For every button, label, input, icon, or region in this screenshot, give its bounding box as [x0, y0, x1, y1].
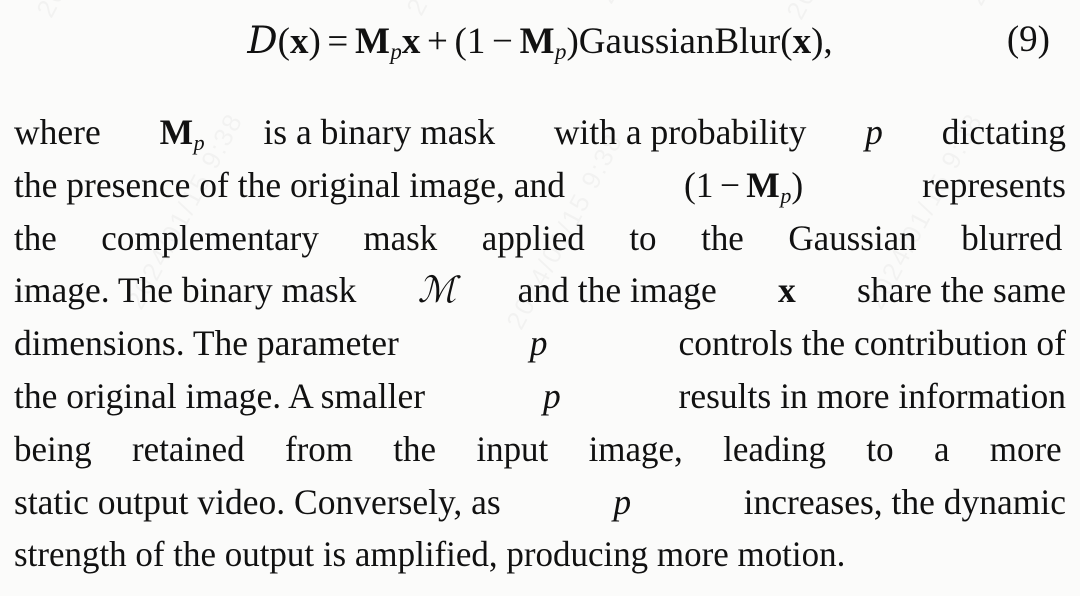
math-inline-p: p [865, 112, 883, 152]
script-M-symbol: ℳ [417, 268, 457, 312]
math-inline-one-minus-mask: (1− Mp) [684, 159, 803, 212]
minus-sign: − [719, 164, 740, 205]
text-run: static output video. Conversely, as [14, 481, 501, 522]
math-inline-p: p [613, 481, 632, 522]
paren-open: ( [277, 21, 290, 62]
text-run: controls the contribution of [678, 323, 1066, 364]
text-line: being retained from the input image, lea… [14, 423, 1066, 476]
minus-sign: − [492, 21, 513, 62]
mask-subscript: p [390, 39, 402, 65]
text-run: the original image. A smaller [14, 375, 426, 416]
body-paragraph: where Mp is a binary mask with a probabi… [14, 106, 1066, 581]
paren-close: ) [566, 21, 579, 62]
text-run: being retained from the input image, lea… [14, 428, 1062, 469]
text-run: increases, the dynamic [743, 481, 1066, 522]
paren-close: ) [308, 21, 321, 62]
text-run: and the image [517, 270, 717, 311]
text-line: strength of the output is amplified, pro… [14, 528, 1066, 581]
text-run: dictating [941, 112, 1066, 152]
display-equation: D(x) = Mpx + (1− Mp)GaussianBlur(x), (9) [14, 0, 1066, 104]
equals-sign: = [327, 21, 349, 62]
math-inline-mask: Mp [160, 106, 205, 159]
text-line: static output video. Conversely, as p in… [14, 476, 1066, 529]
mask-symbol: M [159, 112, 194, 152]
math-inline-p: p [529, 323, 548, 364]
text-run: share the same [857, 270, 1066, 311]
mask-symbol: M [354, 21, 390, 62]
variable-x: x [792, 21, 812, 62]
text-run: where [14, 112, 101, 152]
numeral-one: 1 [466, 21, 486, 62]
text-line: the complementary mask applied to the Ga… [14, 212, 1066, 265]
text-run: the complementary mask applied to the Ga… [14, 217, 1063, 258]
bold-x-symbol: x [778, 270, 796, 311]
variable-x: x [289, 21, 309, 62]
text-run: with a probability [553, 112, 807, 152]
text-line: image. The binary mask ℳ and the image x… [14, 264, 1066, 317]
text-line: where Mp is a binary mask with a probabi… [14, 106, 1066, 159]
variable-x: x [401, 21, 421, 62]
text-line: dimensions. The parameter p controls the… [14, 317, 1066, 370]
text-run: strength of the output is amplified, pro… [14, 534, 846, 575]
text-line: the presence of the original image, and … [14, 159, 1066, 212]
text-run: image. The binary mask [14, 270, 357, 311]
mask-symbol: M [519, 21, 555, 62]
paren-open-one: (1 [683, 164, 714, 205]
mask-symbol: M [746, 164, 780, 205]
plus-sign: + [427, 21, 448, 62]
equation-expression: D(x) = Mpx + (1− Mp)GaussianBlur(x), [14, 18, 1066, 65]
paren-close: ) [791, 164, 804, 205]
text-run: is a binary mask [263, 112, 496, 152]
text-run: the presence of the original image, and [14, 164, 566, 205]
text-run: represents [922, 164, 1066, 205]
comma: , [823, 21, 833, 62]
operator-D: D [247, 18, 278, 62]
paren-close: ) [811, 21, 824, 62]
function-gaussian-blur: GaussianBlur [578, 21, 781, 62]
math-inline-p: p [542, 375, 561, 416]
paren-open: ( [780, 21, 793, 62]
text-line: the original image. A smaller p results … [14, 370, 1066, 423]
mask-subscript: p [193, 130, 205, 156]
text-run: dimensions. The parameter [14, 323, 399, 364]
text-run: results in more information [678, 375, 1066, 416]
mask-subscript: p [780, 182, 792, 208]
paper-page: D(x) = Mpx + (1− Mp)GaussianBlur(x), (9) wher… [0, 0, 1080, 596]
mask-subscript: p [555, 39, 567, 65]
paren-open: ( [454, 21, 467, 62]
equation-number: (9) [1006, 19, 1050, 60]
